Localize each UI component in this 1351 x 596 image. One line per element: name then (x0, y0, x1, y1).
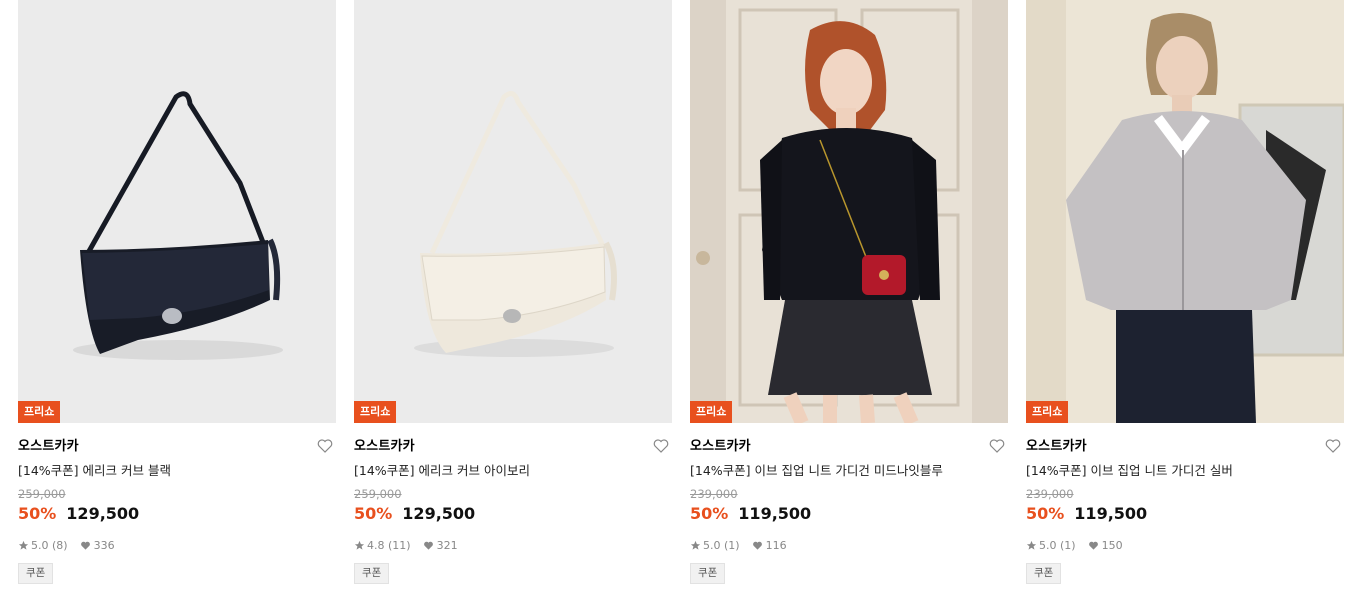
review-stats: 5.0 (1) 116 (690, 537, 1008, 553)
brand-name[interactable]: 오스트카카 (354, 435, 672, 459)
review-count: (1) (1060, 538, 1076, 552)
coupon-tag: 쿠폰 (18, 563, 54, 584)
product-image[interactable]: 프리쇼 (690, 0, 1008, 423)
product-title[interactable]: [14%쿠폰] 에리크 커브 아이보리 (354, 461, 672, 481)
sale-price: 129,500 (402, 504, 476, 523)
rating-value: 4.8 (367, 538, 385, 552)
coupon-tag: 쿠폰 (690, 563, 726, 584)
brand-name[interactable]: 오스트카카 (1026, 435, 1344, 459)
product-image[interactable]: 프리쇼 (1026, 0, 1344, 423)
coupon-tag: 쿠폰 (1026, 563, 1062, 584)
review-count: (1) (724, 538, 740, 552)
discount-rate: 50% (354, 504, 393, 523)
heart-filled-icon (423, 541, 433, 550)
star-icon (1026, 540, 1037, 550)
star-icon (354, 540, 365, 550)
heart-filled-icon (80, 541, 90, 550)
product-grid: 프리쇼 오스트카카 [14%쿠폰] 에리크 커브 블랙 259,000 50% … (0, 0, 1351, 596)
rating-value: 5.0 (703, 538, 721, 552)
preshow-badge: 프리쇼 (690, 401, 733, 423)
product-card[interactable]: 프리쇼 오스트카카 [14%쿠폰] 에리크 커브 아이보리 259,000 50… (354, 0, 672, 584)
discount-rate: 50% (690, 504, 729, 523)
star-icon (18, 540, 29, 550)
review-count: (11) (388, 538, 411, 552)
discount-rate: 50% (18, 504, 57, 523)
heart-filled-icon (752, 541, 762, 550)
sale-price: 119,500 (1074, 504, 1148, 523)
model-navy-cardigan-image (690, 0, 1008, 423)
original-price: 239,000 (690, 487, 738, 501)
like-count: 336 (93, 538, 115, 552)
review-stats: 4.8 (11) 321 (354, 537, 672, 553)
preshow-badge: 프리쇼 (1026, 401, 1069, 423)
review-stats: 5.0 (1) 150 (1026, 537, 1344, 553)
heart-outline-icon[interactable] (988, 437, 1006, 455)
product-image[interactable]: 프리쇼 (354, 0, 672, 423)
preshow-badge: 프리쇼 (354, 401, 397, 423)
black-shoulder-bag-image (18, 0, 336, 423)
product-card[interactable]: 프리쇼 오스트카카 [14%쿠폰] 이브 집업 니트 가디건 실버 239,00… (1026, 0, 1344, 584)
sale-price: 119,500 (738, 504, 812, 523)
preshow-badge: 프리쇼 (18, 401, 61, 423)
original-price: 259,000 (18, 487, 66, 501)
heart-outline-icon[interactable] (652, 437, 670, 455)
product-image[interactable]: 프리쇼 (18, 0, 336, 423)
original-price: 239,000 (1026, 487, 1074, 501)
heart-outline-icon[interactable] (1324, 437, 1342, 455)
coupon-tag: 쿠폰 (354, 563, 390, 584)
sale-price: 129,500 (66, 504, 140, 523)
like-count: 116 (765, 538, 787, 552)
heart-filled-icon (1088, 541, 1098, 550)
brand-name[interactable]: 오스트카카 (690, 435, 1008, 459)
star-icon (690, 540, 701, 550)
ivory-shoulder-bag-image (354, 0, 672, 423)
like-count: 321 (436, 538, 458, 552)
product-card[interactable]: 프리쇼 오스트카카 [14%쿠폰] 이브 집업 니트 가디건 미드나잇블루 23… (690, 0, 1008, 584)
discount-rate: 50% (1026, 504, 1065, 523)
rating-value: 5.0 (31, 538, 49, 552)
review-count: (8) (52, 538, 68, 552)
heart-outline-icon[interactable] (316, 437, 334, 455)
like-count: 150 (1101, 538, 1123, 552)
brand-name[interactable]: 오스트카카 (18, 435, 336, 459)
original-price: 259,000 (354, 487, 402, 501)
product-card[interactable]: 프리쇼 오스트카카 [14%쿠폰] 에리크 커브 블랙 259,000 50% … (18, 0, 336, 584)
product-title[interactable]: [14%쿠폰] 이브 집업 니트 가디건 미드나잇블루 (690, 461, 1008, 481)
rating-value: 5.0 (1039, 538, 1057, 552)
model-silver-cardigan-image (1026, 0, 1344, 423)
product-title[interactable]: [14%쿠폰] 이브 집업 니트 가디건 실버 (1026, 461, 1344, 481)
review-stats: 5.0 (8) 336 (18, 537, 336, 553)
product-title[interactable]: [14%쿠폰] 에리크 커브 블랙 (18, 461, 336, 481)
